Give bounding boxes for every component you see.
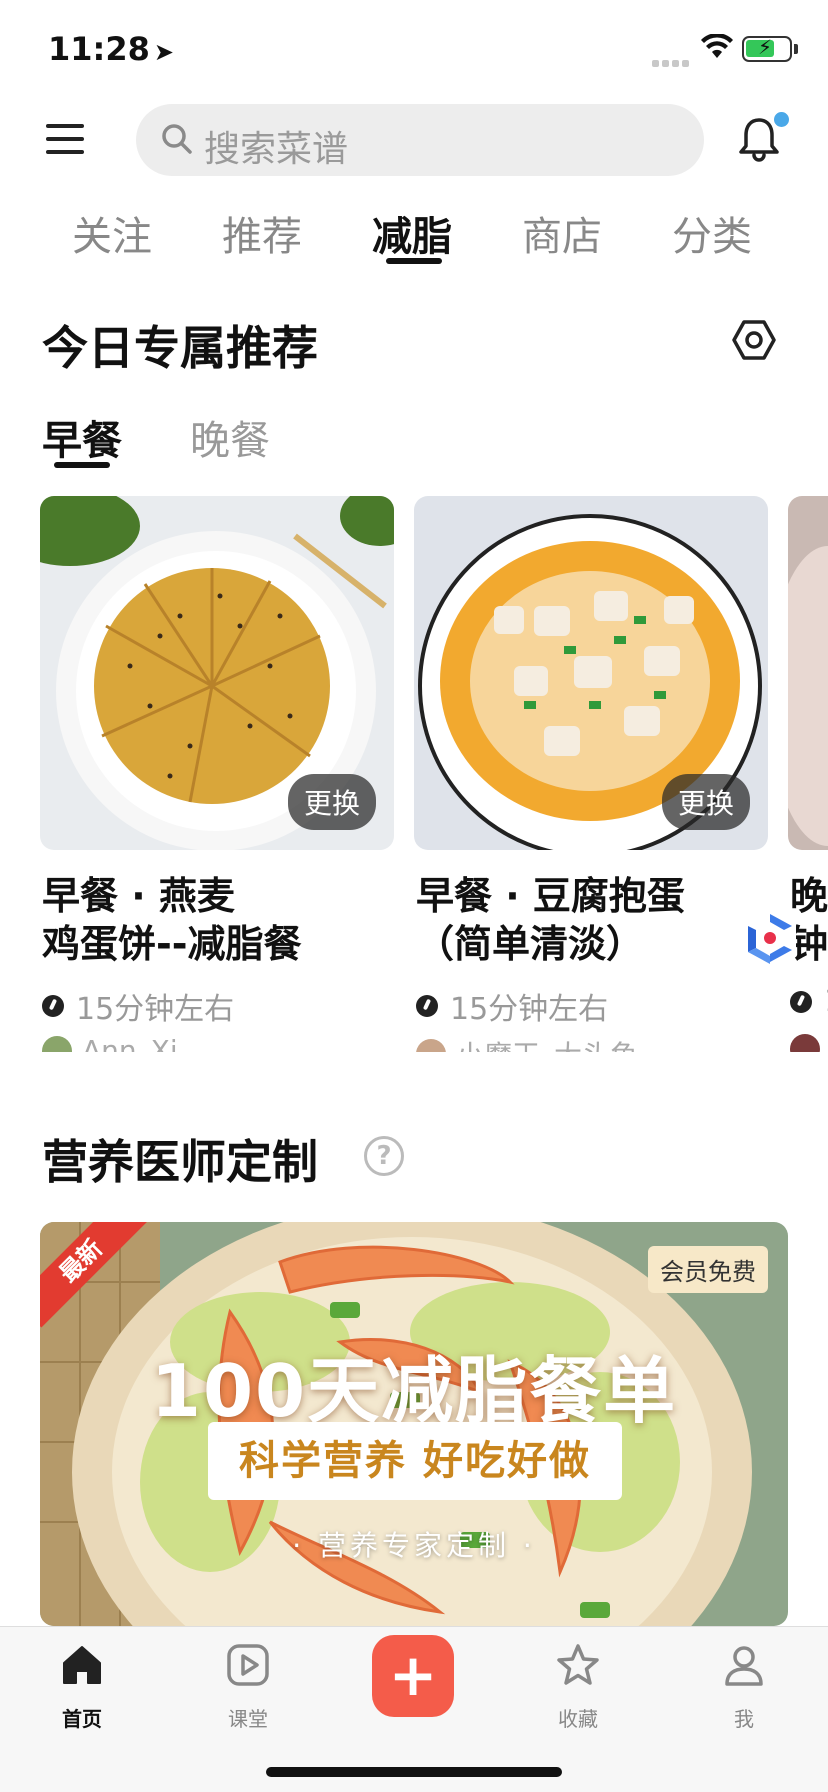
tab-breakfast[interactable]: 早餐: [42, 408, 122, 466]
banner-subtitle: 科学营养 好吃好做: [208, 1422, 622, 1500]
person-icon: [725, 1646, 763, 1686]
tab-fat-loss[interactable]: 减脂: [372, 204, 452, 262]
avatar: [42, 1035, 72, 1052]
battery-nub: [794, 44, 798, 54]
member-free-badge: 会员免费: [648, 1246, 768, 1293]
tab-classroom[interactable]: 课堂: [198, 1641, 298, 1732]
home-indicator: [266, 1767, 562, 1777]
recipe-carousel: 更换 早餐 · 燕麦 鸡蛋饼--减脂餐 15分钟左右 Ann_Xi 更换 早餐 …: [0, 496, 828, 1052]
status-time: 11:28 ➤: [48, 30, 174, 68]
cellular-signal-icon: [652, 52, 692, 67]
recipe-author[interactable]: 小魔王_大头鱼: [416, 1034, 638, 1052]
avatar: [416, 1039, 446, 1052]
recipe-time: 15分钟左右: [42, 984, 234, 1028]
recipe-time-text: 15分钟左右: [76, 992, 235, 1027]
recipe-time: 15分钟左右: [416, 984, 608, 1028]
recipe-image-oat-pancake[interactable]: 更换: [40, 496, 394, 850]
bottom-tab-bar: 首页 课堂 + 收藏 我: [0, 1626, 828, 1792]
swap-button[interactable]: 更换: [287, 774, 376, 830]
recipe-author[interactable]: [790, 1034, 828, 1052]
meal-plan-banner[interactable]: 最新 会员免费 100天减脂餐单 科学营养 好吃好做 · 营养专家定制 ·: [40, 1222, 788, 1626]
recipe-time-text: 1: [824, 984, 828, 1019]
plus-icon: +: [388, 1641, 438, 1709]
clock-icon: [42, 995, 64, 1017]
meal-tabs: 早餐 晚餐: [0, 400, 828, 470]
recipe-title[interactable]: 早餐 · 燕麦 鸡蛋饼--减脂餐: [42, 872, 402, 968]
recipe-author[interactable]: Ann_Xi: [42, 1034, 178, 1052]
tab-recommend[interactable]: 推荐: [222, 204, 302, 262]
add-recipe-button[interactable]: +: [372, 1635, 454, 1717]
menu-icon[interactable]: [46, 124, 84, 156]
star-icon: [557, 1644, 599, 1685]
recipe-card[interactable]: 更换 早餐 · 豆腐抱蛋 （简单清淡） 15分钟左右 小魔王_大头鱼: [414, 496, 768, 1052]
tab-follow[interactable]: 关注: [72, 204, 152, 262]
category-tabs: 关注 推荐 减脂 商店 分类: [0, 196, 828, 268]
recipe-image-tofu-egg[interactable]: 更换: [414, 496, 768, 850]
tab-favorites-label: 收藏: [558, 1707, 598, 1731]
tab-dinner[interactable]: 晚餐: [190, 408, 270, 466]
tab-home[interactable]: 首页: [32, 1641, 132, 1732]
section-title-recommend: 今日专属推荐: [42, 321, 318, 375]
clock-icon: [416, 995, 438, 1017]
banner-note: · 营养专家定制 ·: [292, 1529, 536, 1562]
tab-me[interactable]: 我: [694, 1641, 794, 1732]
status-time-text: 11:28: [48, 30, 150, 68]
battery-icon: ⚡: [742, 35, 792, 62]
active-tab-underline: [386, 258, 442, 264]
tab-classroom-label: 课堂: [228, 1707, 268, 1731]
location-arrow-icon: ➤: [153, 38, 174, 66]
recipe-time-text: 15分钟左右: [450, 992, 609, 1027]
settings-hexagon-icon[interactable]: [730, 316, 778, 364]
tab-shop[interactable]: 商店: [522, 204, 602, 262]
section-title-nutrition: 营养医师定制: [42, 1135, 318, 1189]
search-placeholder: 搜索菜谱: [204, 129, 349, 170]
tab-me-label: 我: [734, 1707, 754, 1731]
home-icon: [63, 1646, 101, 1684]
recipe-image-partial[interactable]: [788, 496, 828, 850]
meal-tab-underline: [54, 462, 110, 468]
help-question-icon[interactable]: ?: [364, 1136, 404, 1176]
search-icon: [162, 124, 192, 154]
swap-button[interactable]: 更换: [661, 774, 750, 830]
floating-app-logo-icon[interactable]: [738, 906, 802, 970]
recipe-time: 1: [790, 984, 828, 1019]
status-bar: 11:28 ➤ ⚡: [0, 0, 828, 100]
header: 搜索菜谱: [0, 100, 828, 182]
author-name: 小魔王_大头鱼: [456, 1034, 638, 1052]
notification-dot: [774, 112, 789, 127]
tab-category[interactable]: 分类: [672, 204, 752, 262]
avatar: [790, 1034, 820, 1052]
recipe-card[interactable]: 更换 早餐 · 燕麦 鸡蛋饼--减脂餐 15分钟左右 Ann_Xi: [40, 496, 394, 1052]
tab-home-label: 首页: [62, 1707, 102, 1731]
wifi-icon: [701, 34, 733, 58]
recipe-title[interactable]: 早餐 · 豆腐抱蛋 （简单清淡）: [416, 872, 776, 968]
author-name: Ann_Xi: [82, 1034, 178, 1052]
tab-favorites[interactable]: 收藏: [528, 1641, 628, 1732]
clock-icon: [790, 990, 812, 1013]
search-input[interactable]: 搜索菜谱: [136, 104, 704, 176]
play-icon: [227, 1644, 269, 1686]
